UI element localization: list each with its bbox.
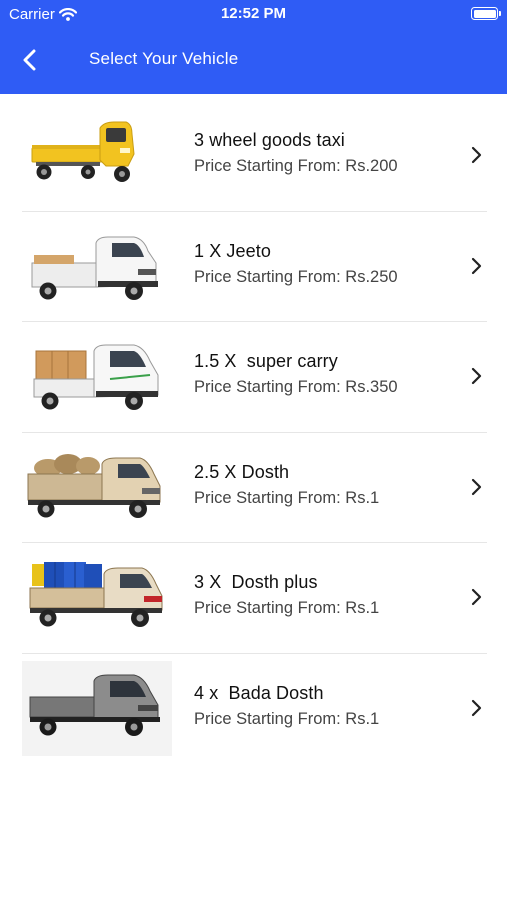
three-wheeler-icon [31, 121, 135, 182]
status-bar: Carrier 12:52 PM [0, 0, 507, 28]
chevron-right-icon [471, 588, 482, 606]
vehicle-name: 3 wheel goods taxi [194, 130, 345, 150]
mini-truck-icon [33, 344, 159, 410]
vehicle-list: 3 wheel goods taxi Price Starting From: … [0, 100, 507, 763]
vehicle-price: Price Starting From: Rs.250 [194, 267, 398, 286]
vehicle-row-3-wheel-goods-taxi[interactable]: 3 wheel goods taxi Price Starting From: … [0, 100, 507, 211]
pickup-truck-icon [29, 562, 163, 627]
chevron-right-icon [471, 699, 482, 716]
vehicle-row-bada-dosth[interactable]: 4 x Bada Dosth Price Starting From: Rs.1 [0, 652, 507, 764]
app-header: Carrier 12:52 PM Select Your Vehicle [0, 0, 507, 94]
battery-icon [471, 7, 501, 20]
vehicle-row-dosth-plus[interactable]: 3 X Dosth plus Price Starting From: Rs.1 [0, 542, 507, 653]
vehicle-price: Price Starting From: Rs.1 [194, 488, 380, 507]
pickup-truck-icon [27, 453, 161, 518]
chevron-right-icon [471, 478, 482, 495]
vehicle-price: Price Starting From: Rs.1 [194, 599, 380, 617]
nav-bar: Select Your Vehicle [0, 38, 507, 82]
vehicle-name: 4 x Bada Dosth [194, 682, 324, 703]
page-title: Select Your Vehicle [89, 49, 239, 68]
vehicle-name: 1.5 X super carry [194, 351, 338, 371]
vehicle-name: 1 X Jeeto [194, 240, 271, 261]
vehicle-row-jeeto[interactable]: 1 X Jeeto Price Starting From: Rs.250 [0, 210, 507, 322]
vehicle-name: 2.5 X Dosth [194, 461, 290, 482]
vehicle-row-dosth[interactable]: 2.5 X Dosth Price Starting From: Rs.1 [0, 431, 507, 543]
chevron-left-icon [23, 49, 36, 71]
vehicle-row-super-carry[interactable]: 1.5 X super carry Price Starting From: R… [0, 321, 507, 432]
status-time: 12:52 PM [220, 5, 287, 22]
pickup-truck-icon [22, 660, 172, 756]
chevron-right-icon [471, 146, 482, 164]
chevron-right-icon [471, 257, 482, 274]
vehicle-price: Price Starting From: Rs.350 [194, 378, 398, 396]
vehicle-name: 3 X Dosth plus [194, 572, 318, 592]
back-button[interactable] [14, 46, 44, 74]
chevron-right-icon [471, 367, 482, 385]
vehicle-price: Price Starting From: Rs.200 [194, 157, 398, 175]
mini-truck-icon [31, 236, 158, 300]
vehicle-price: Price Starting From: Rs.1 [194, 709, 380, 728]
